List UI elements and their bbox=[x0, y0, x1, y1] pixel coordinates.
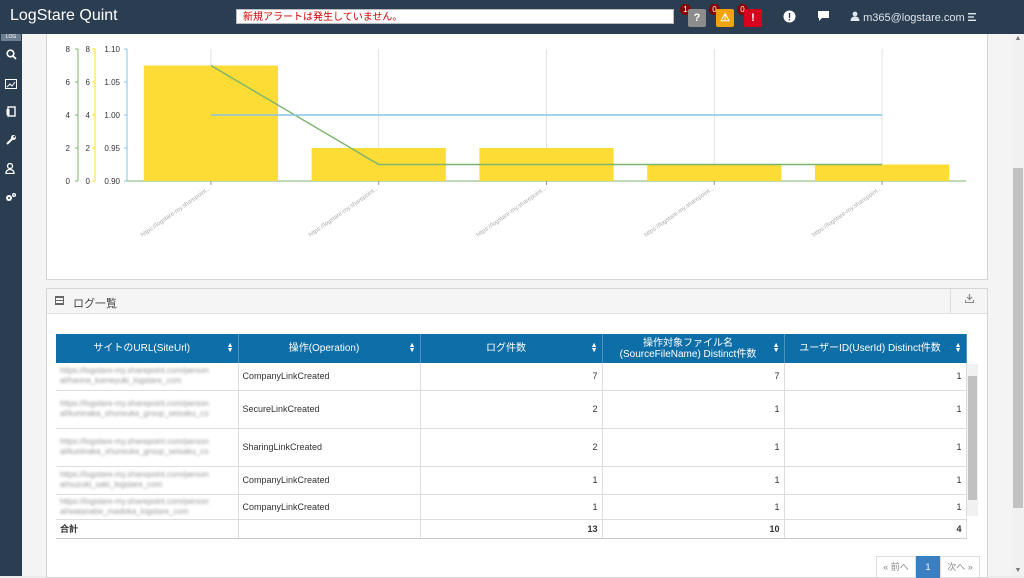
cell-siteurl: https://logstare-my.sharepoint.com/perso… bbox=[56, 363, 239, 391]
sort-icon: ▲ ▼ bbox=[772, 342, 780, 354]
log-header: ログ一覧 bbox=[47, 289, 987, 314]
total-log-count: 13 bbox=[420, 519, 603, 539]
sort-icon: ▲ ▼ bbox=[954, 342, 962, 354]
cell-user-count: 1 bbox=[784, 428, 967, 467]
y-tick-label: 8 bbox=[86, 45, 91, 54]
column-header-sourcefile-count[interactable]: 操作対象ファイル名(SourceFileName) Distinct件数 ▲ ▼ bbox=[602, 334, 785, 363]
total-user-count: 4 bbox=[784, 519, 967, 539]
cell-file-count: 1 bbox=[602, 390, 785, 429]
cell-siteurl: https://logstare-my.sharepoint.com/perso… bbox=[56, 390, 239, 429]
log-title: ログ一覧 bbox=[73, 298, 117, 310]
column-header-log-count[interactable]: ログ件数 ▲ ▼ bbox=[420, 334, 603, 363]
cell-siteurl: https://logstare-my.sharepoint.com/perso… bbox=[56, 466, 239, 495]
cell-file-count: 1 bbox=[602, 466, 785, 495]
y-tick-label: 1.10 bbox=[104, 45, 120, 54]
total-row: 合計 13 10 4 bbox=[56, 519, 967, 539]
column-header-userid-count[interactable]: ユーザーID(UserId) Distinct件数 ▲ ▼ bbox=[784, 334, 967, 363]
y-tick-label: 0.95 bbox=[104, 144, 120, 153]
total-label: 合計 bbox=[56, 519, 239, 539]
scroll-up-icon[interactable]: ▲ bbox=[1012, 34, 1024, 44]
table-scrollbar-thumb[interactable] bbox=[968, 376, 977, 500]
cell-user-count: 1 bbox=[784, 390, 967, 429]
cell-log-count: 1 bbox=[420, 494, 603, 520]
total-file-count: 10 bbox=[602, 519, 785, 539]
bar-line-chart: 8 6 4 2 0 8 6 4 2 0 1.10 1.05 1.00 0.95 0.90 https://l… bbox=[66, 45, 966, 239]
sort-icon: ▲ ▼ bbox=[590, 342, 598, 354]
cell-operation: CompanyLinkCreated bbox=[238, 363, 421, 391]
table-row[interactable]: https://logstare-my.sharepoint.com/perso… bbox=[56, 390, 967, 429]
y-tick-label: 0 bbox=[86, 177, 91, 186]
total-empty bbox=[238, 519, 421, 539]
cell-operation: CompanyLinkCreated bbox=[238, 466, 421, 495]
x-tick-label: https://logstare-my.sharepoint... bbox=[140, 186, 212, 239]
download-icon bbox=[964, 294, 974, 306]
cell-operation: SharingLinkCreated bbox=[238, 428, 421, 467]
chart-bar bbox=[647, 164, 782, 181]
cell-log-count: 2 bbox=[420, 428, 603, 467]
y-tick-label: 1.00 bbox=[104, 111, 120, 120]
sort-icon: ▲ ▼ bbox=[408, 342, 416, 354]
pager-current-page[interactable]: 1 bbox=[916, 556, 940, 578]
x-tick-label: https://logstare-my.sharepoint... bbox=[811, 186, 883, 239]
y-tick-label: 2 bbox=[86, 144, 91, 153]
cell-user-count: 1 bbox=[784, 466, 967, 495]
y-tick-label: 8 bbox=[66, 45, 71, 54]
chart-bar bbox=[143, 65, 279, 181]
sort-icon: ▲ ▼ bbox=[226, 342, 234, 354]
x-tick-label: https://logstare-my.sharepoint... bbox=[308, 186, 380, 239]
pager-next-button[interactable]: 次へ » bbox=[940, 556, 980, 578]
table-row[interactable]: https://logstare-my.sharepoint.com/perso… bbox=[56, 363, 967, 391]
column-header-operation[interactable]: 操作(Operation) ▲ ▼ bbox=[238, 334, 421, 363]
table-header-row: サイトのURL(SiteUrl) ▲ ▼ 操作(Operation) ▲ ▼ ログ件数 ▲… bbox=[56, 334, 967, 363]
table-row[interactable]: https://logstare-my.sharepoint.com/perso… bbox=[56, 466, 967, 495]
table-icon bbox=[55, 296, 64, 305]
cell-log-count: 7 bbox=[420, 363, 603, 391]
scroll-down-icon[interactable]: ▼ bbox=[1012, 566, 1024, 576]
cell-file-count: 7 bbox=[602, 363, 785, 391]
cell-operation: SecureLinkCreated bbox=[238, 390, 421, 429]
column-header-siteurl[interactable]: サイトのURL(SiteUrl) ▲ ▼ bbox=[56, 334, 239, 363]
y-tick-label: 6 bbox=[86, 78, 91, 87]
cell-user-count: 1 bbox=[784, 494, 967, 520]
cell-log-count: 1 bbox=[420, 466, 603, 495]
y-tick-label: 4 bbox=[86, 111, 91, 120]
y-tick-label: 0.90 bbox=[104, 177, 120, 186]
y-tick-label: 0 bbox=[66, 177, 71, 186]
cell-siteurl: https://logstare-my.sharepoint.com/perso… bbox=[56, 428, 239, 467]
cell-file-count: 1 bbox=[602, 494, 785, 520]
x-tick-label: https://logstare-my.sharepoint... bbox=[476, 186, 548, 239]
cell-siteurl: https://logstare-my.sharepoint.com/perso… bbox=[56, 494, 239, 520]
chart-bar bbox=[814, 164, 950, 181]
log-table: サイトのURL(SiteUrl) ▲ ▼ 操作(Operation) ▲ ▼ ログ件数 ▲… bbox=[56, 334, 967, 539]
cell-log-count: 2 bbox=[420, 390, 603, 429]
y-tick-label: 4 bbox=[66, 111, 71, 120]
x-tick-label: https://logstare-my.sharepoint... bbox=[644, 186, 716, 239]
cell-user-count: 1 bbox=[784, 363, 967, 391]
y-tick-label: 6 bbox=[66, 78, 71, 87]
download-button[interactable] bbox=[950, 289, 987, 313]
cell-file-count: 1 bbox=[602, 428, 785, 467]
table-row[interactable]: https://logstare-my.sharepoint.com/perso… bbox=[56, 494, 967, 520]
y-tick-label: 1.05 bbox=[104, 78, 120, 87]
y-tick-label: 2 bbox=[66, 144, 71, 153]
pager-prev-button[interactable]: « 前へ bbox=[876, 556, 916, 578]
page-scrollbar-thumb[interactable] bbox=[1013, 168, 1023, 508]
cell-operation: CompanyLinkCreated bbox=[238, 494, 421, 520]
table-row[interactable]: https://logstare-my.sharepoint.com/perso… bbox=[56, 428, 967, 467]
